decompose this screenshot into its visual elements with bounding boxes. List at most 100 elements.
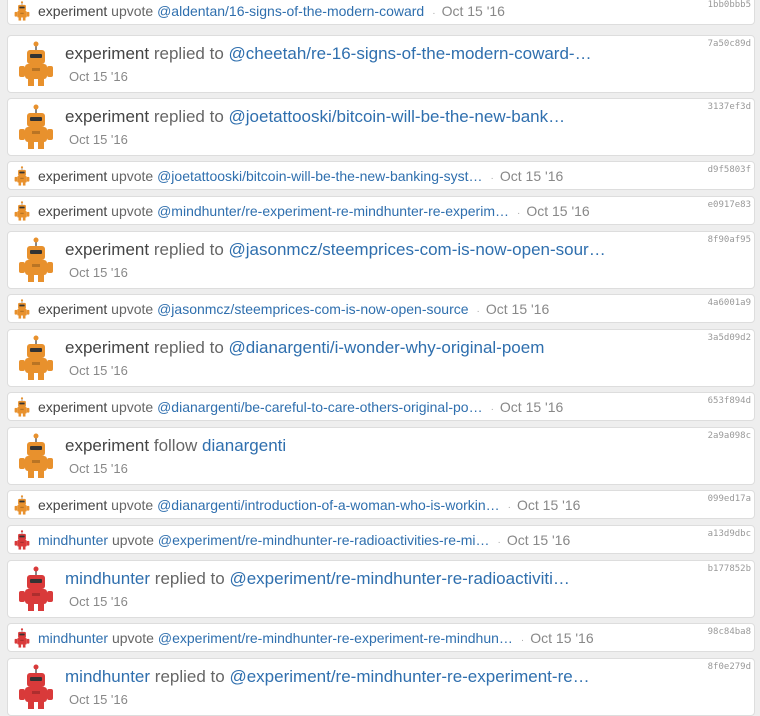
post-link[interactable]: @experiment/re-mindhunter-re-radioactivi… [158,532,490,548]
feed-item-replied-to: mindhunter replied to @experiment/re-min… [7,658,755,716]
transaction-hash[interactable]: 8f90af95 [708,235,751,245]
post-link[interactable]: @cheetah/re-16-signs-of-the-modern-cowar… [229,44,592,63]
post-link[interactable]: @dianargenti/introduction-of-a-woman-who… [157,497,500,513]
orange-robot-avatar-icon[interactable] [12,201,32,221]
transaction-hash[interactable]: 2a9a098c [708,431,751,441]
red-robot-avatar-icon[interactable] [13,664,59,710]
feed-item-replied-to: experiment replied to @dianargenti/i-won… [7,329,755,387]
action-verb: upvote [111,399,154,415]
orange-robot-avatar-icon[interactable] [13,433,59,479]
feed-item-text: experiment upvote @dianargenti/be-carefu… [38,399,563,418]
username-link[interactable]: experiment [65,338,149,357]
username-link[interactable]: mindhunter [65,667,150,686]
username-link[interactable]: mindhunter [65,569,150,588]
separator-dot: · [490,404,494,415]
username-link[interactable]: mindhunter [38,630,108,646]
action-verb: follow [153,436,198,455]
transaction-hash[interactable]: b177852b [708,564,751,574]
orange-robot-avatar-icon[interactable] [12,397,32,417]
username-link[interactable]: experiment [65,240,149,259]
username-link[interactable]: experiment [65,44,149,63]
separator-dot: · [516,208,521,219]
post-link[interactable]: @mindhunter/re-experiment-re-mindhunter-… [157,203,509,219]
transaction-hash[interactable]: 3137ef3d [708,102,751,112]
feed-item-upvote: experiment upvote @jasonmcz/steemprices-… [7,294,755,323]
action-verb: upvote [111,532,154,548]
username-link[interactable]: experiment [38,497,107,513]
orange-robot-avatar-icon[interactable] [13,237,59,283]
separator-dot: · [507,502,512,513]
orange-robot-avatar-icon[interactable] [13,41,59,87]
action-verb: upvote [111,3,154,19]
transaction-hash[interactable]: 3a5d09d2 [708,333,751,343]
red-robot-avatar-icon[interactable] [13,566,59,612]
timestamp: Oct 15 '16 [69,132,128,147]
feed-item-replied-to: experiment replied to @joetattooski/bitc… [7,98,755,156]
orange-robot-avatar-icon[interactable] [13,104,59,150]
feed-item-upvote: experiment upvote @dianargenti/be-carefu… [7,392,755,421]
action-verb: upvote [111,630,154,646]
transaction-hash[interactable]: d9f5803f [708,165,751,175]
feed-item-replied-to: experiment replied to @cheetah/re-16-sig… [7,35,755,93]
post-link[interactable]: @joetattooski/bitcoin-will-be-the-new-ba… [157,168,482,184]
transaction-hash[interactable]: 1bb0bbb5 [708,0,751,10]
post-link[interactable]: @experiment/re-mindhunter-re-radioactivi… [229,569,569,588]
username-link[interactable]: experiment [38,203,107,219]
orange-robot-avatar-icon[interactable] [12,299,32,319]
timestamp: Oct 15 '16 [69,265,128,280]
timestamp: Oct 15 '16 [441,3,505,19]
post-link[interactable]: @jasonmcz/steemprices-com-is-now-open-so… [229,240,606,259]
post-link[interactable]: @aldentan/16-signs-of-the-modern-coward [157,3,424,19]
red-robot-avatar-icon[interactable] [12,628,32,648]
username-link[interactable]: mindhunter [38,532,108,548]
separator-dot: · [490,173,494,184]
username-link[interactable]: experiment [65,436,149,455]
transaction-hash[interactable]: 98c84ba8 [708,627,751,637]
timestamp: Oct 15 '16 [526,203,590,219]
action-verb: upvote [111,301,154,317]
username-link[interactable]: experiment [38,399,107,415]
transaction-hash[interactable]: 7a50c89d [708,39,751,49]
red-robot-avatar-icon[interactable] [12,530,32,550]
post-link[interactable]: @experiment/re-mindhunter-re-experiment-… [229,667,589,686]
transaction-hash[interactable]: 099ed17a [708,494,751,504]
separator-dot: · [497,537,501,548]
post-link[interactable]: @joetattooski/bitcoin-will-be-the-new-ba… [229,107,566,126]
username-link[interactable]: experiment [38,301,107,317]
post-link[interactable]: @experiment/re-mindhunter-re-experiment-… [158,630,513,646]
timestamp: Oct 15 '16 [69,69,128,84]
feed-item-text: experiment follow dianargenti [65,436,286,456]
orange-robot-avatar-icon[interactable] [13,335,59,381]
post-link[interactable]: @dianargenti/i-wonder-why-original-poem [229,338,545,357]
feed-item-upvote: experiment upvote @aldentan/16-signs-of-… [7,0,755,25]
action-verb: replied to [154,569,225,588]
transaction-hash[interactable]: 8f0e279d [708,662,751,672]
username-link[interactable]: experiment [65,107,149,126]
post-link[interactable]: dianargenti [202,436,286,455]
orange-robot-avatar-icon[interactable] [12,1,32,21]
action-verb: upvote [111,497,154,513]
transaction-hash[interactable]: e0917e83 [708,200,751,210]
timestamp: Oct 15 '16 [69,461,128,476]
action-verb: replied to [153,107,224,126]
action-verb: replied to [153,240,224,259]
timestamp: Oct 15 '16 [530,630,594,646]
feed-item-text: mindhunter replied to @experiment/re-min… [65,569,570,589]
transaction-hash[interactable]: 4a6001a9 [708,298,751,308]
username-link[interactable]: experiment [38,168,107,184]
post-link[interactable]: @dianargenti/be-careful-to-care-others-o… [157,399,482,415]
username-link[interactable]: experiment [38,3,107,19]
feed-item-text: experiment upvote @jasonmcz/steemprices-… [38,301,549,320]
orange-robot-avatar-icon[interactable] [12,166,32,186]
timestamp: Oct 15 '16 [69,594,128,609]
post-link[interactable]: @jasonmcz/steemprices-com-is-now-open-so… [157,301,468,317]
transaction-hash[interactable]: 653f894d [708,396,751,406]
orange-robot-avatar-icon[interactable] [12,495,32,515]
feed-item-text: experiment replied to @joetattooski/bitc… [65,107,565,127]
transaction-hash[interactable]: a13d9dbc [708,529,751,539]
separator-dot: · [432,8,436,19]
timestamp: Oct 15 '16 [485,301,550,317]
action-verb: upvote [111,203,154,219]
feed-item-upvote: mindhunter upvote @experiment/re-mindhun… [7,525,755,554]
feed-item-follow: experiment follow dianargenti Oct 15 '16 2… [7,427,755,485]
